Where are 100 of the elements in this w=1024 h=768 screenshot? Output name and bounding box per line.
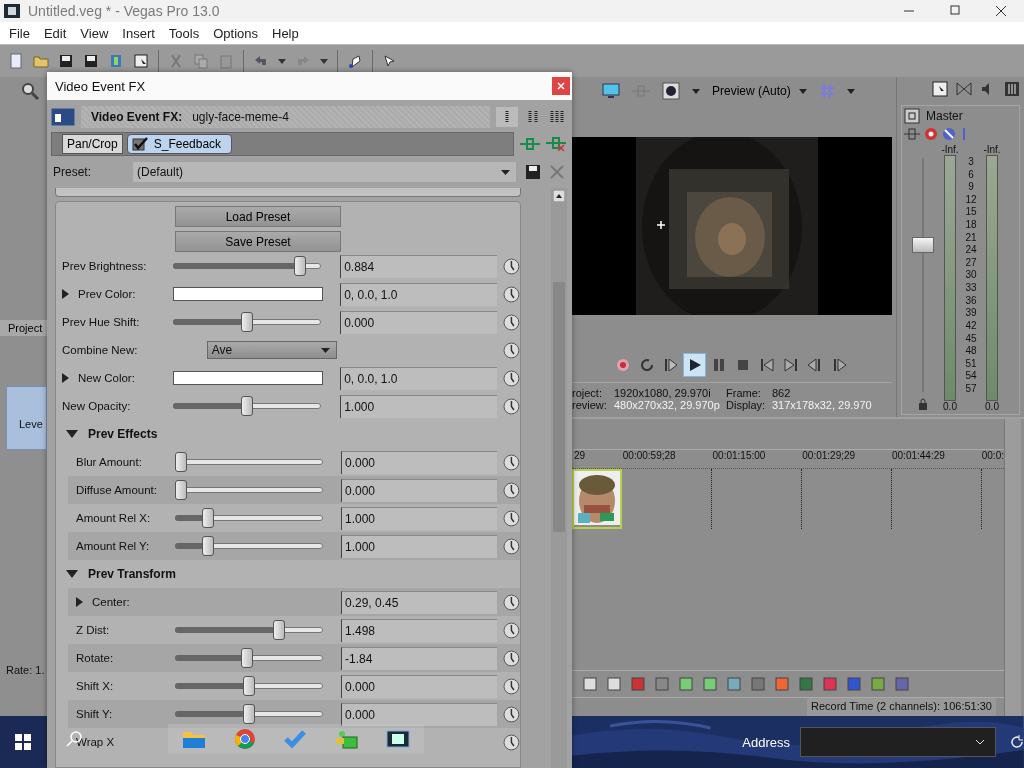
browser-icon[interactable] (234, 728, 256, 750)
slider-thumb[interactable] (272, 620, 285, 640)
slider[interactable] (174, 536, 323, 556)
close-button[interactable] (552, 77, 570, 95)
value-field[interactable]: 0.000 (340, 310, 498, 334)
address-field[interactable] (800, 727, 996, 757)
preview-quality-dropdown[interactable]: Preview (Auto) (712, 84, 807, 98)
video-clip[interactable] (572, 469, 622, 529)
caret-icon[interactable] (798, 88, 807, 94)
save-icon[interactable] (526, 165, 540, 179)
slider[interactable] (174, 452, 323, 472)
windows-logo-icon[interactable] (15, 734, 32, 750)
preset-button[interactable]: Load Preset (175, 206, 341, 227)
properties-icon[interactable] (932, 81, 948, 97)
menu-item[interactable]: Options (206, 25, 265, 41)
caret-icon[interactable] (975, 739, 985, 745)
caret-icon[interactable] (66, 429, 78, 439)
slider[interactable] (173, 312, 322, 332)
slider-thumb[interactable] (202, 508, 215, 528)
value-field[interactable]: 1.000 (341, 506, 498, 530)
plugin-tab[interactable]: Pan/Crop (62, 134, 123, 154)
value-field[interactable]: 0.000 (341, 450, 498, 474)
fader-thumb[interactable] (912, 236, 934, 253)
new-file-icon[interactable] (8, 53, 24, 69)
color-swatch[interactable] (173, 287, 324, 301)
clock-icon[interactable] (503, 397, 520, 415)
gear-icon[interactable] (924, 127, 938, 141)
vertical-scrollbar[interactable] (1004, 419, 1021, 716)
save-icon[interactable] (58, 53, 74, 69)
check-icon[interactable] (284, 729, 306, 749)
value-field[interactable]: 0.000 (341, 674, 498, 698)
menu-item[interactable]: View (73, 25, 116, 41)
clock-icon[interactable] (503, 593, 520, 611)
film-icon[interactable] (386, 729, 410, 749)
clock-icon[interactable] (503, 733, 520, 751)
clock-icon[interactable] (503, 453, 520, 471)
clock-icon[interactable] (503, 649, 520, 667)
monitor-icon[interactable] (602, 83, 620, 99)
list-view-icon[interactable] (496, 107, 518, 127)
color-swatch[interactable] (173, 371, 324, 385)
slider-thumb[interactable] (174, 480, 187, 500)
value-field[interactable]: 1.000 (340, 394, 498, 418)
value-field[interactable]: 1.498 (341, 618, 498, 642)
clock-icon[interactable] (503, 341, 520, 359)
clock-icon[interactable] (503, 285, 520, 303)
slider[interactable] (174, 480, 323, 500)
square-icon[interactable] (904, 108, 920, 124)
refresh-icon[interactable] (1010, 735, 1024, 749)
menu-item[interactable]: Insert (115, 25, 162, 41)
slider-thumb[interactable] (241, 396, 254, 416)
clock-icon[interactable] (503, 677, 520, 695)
caret-icon[interactable] (76, 597, 84, 607)
slider[interactable] (174, 620, 323, 640)
value-field[interactable]: 0.000 (341, 478, 498, 502)
preset-dropdown[interactable]: (Default) (133, 162, 516, 182)
clock-icon[interactable] (503, 509, 520, 527)
close-icon[interactable] (995, 5, 1007, 17)
slider[interactable] (173, 396, 322, 416)
bowtie-icon[interactable] (956, 81, 972, 97)
checkbox[interactable] (131, 137, 148, 151)
slider-thumb[interactable] (242, 676, 255, 696)
clock-icon[interactable] (503, 369, 520, 387)
value-field[interactable]: 0.000 (341, 702, 498, 726)
mixer-icon[interactable] (1004, 81, 1020, 97)
caret-icon[interactable] (66, 569, 78, 579)
menu-item[interactable]: Edit (36, 25, 74, 41)
value-field[interactable]: 0, 0.0, 1.0 (340, 282, 498, 306)
clock-icon[interactable] (503, 537, 520, 555)
fx-icon[interactable] (904, 128, 920, 140)
slider[interactable] (174, 648, 323, 668)
clock-icon[interactable] (503, 257, 520, 275)
caret-icon[interactable] (320, 347, 330, 353)
magnifier-icon[interactable] (20, 81, 40, 101)
scroll-up-icon[interactable] (553, 190, 565, 202)
slider-thumb[interactable] (241, 312, 254, 332)
clock-icon[interactable] (503, 705, 520, 723)
preset-button[interactable]: Save Preset (175, 231, 341, 252)
slider[interactable] (174, 508, 323, 528)
menu-item[interactable]: Tools (161, 25, 207, 41)
caret-icon[interactable] (846, 88, 855, 94)
caret-icon[interactable] (501, 169, 510, 175)
mute-icon[interactable] (942, 127, 956, 141)
clock-icon[interactable] (503, 313, 520, 331)
dropdown[interactable]: Ave (206, 341, 337, 359)
value-field[interactable]: -1.84 (341, 646, 498, 670)
slider[interactable] (173, 256, 322, 276)
film-icon[interactable] (51, 108, 75, 126)
folder-icon[interactable] (182, 729, 206, 749)
panel-tab[interactable]: Project (0, 319, 47, 336)
slider-thumb[interactable] (294, 256, 307, 276)
caret-icon[interactable] (62, 373, 70, 383)
properties-icon[interactable] (133, 53, 149, 69)
slider-thumb[interactable] (241, 648, 254, 668)
slider-thumb[interactable] (202, 536, 215, 556)
menu-item[interactable]: File (2, 25, 37, 41)
vertical-scrollbar[interactable] (551, 188, 567, 768)
save-icon[interactable] (83, 53, 99, 69)
slider[interactable] (174, 704, 323, 724)
value-field[interactable]: 0, 0.0, 1.0 (340, 366, 498, 390)
clock-icon[interactable] (503, 481, 520, 499)
